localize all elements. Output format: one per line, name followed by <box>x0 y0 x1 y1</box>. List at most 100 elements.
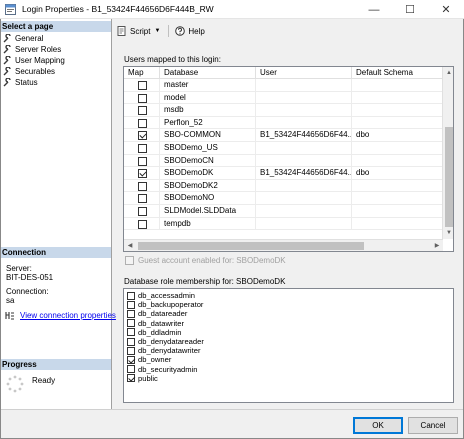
table-row[interactable]: SLDModel.SLDData <box>124 205 443 218</box>
table-row[interactable]: SBODemo_US <box>124 142 443 155</box>
page-item-user-mapping[interactable]: User Mapping <box>3 55 65 65</box>
page-item-status[interactable]: Status <box>3 77 38 87</box>
database-cell[interactable]: SBODemoNO <box>160 192 256 205</box>
map-checkbox[interactable] <box>138 93 147 103</box>
database-cell[interactable]: SLDModel.SLDData <box>160 205 256 218</box>
scroll-thumb[interactable] <box>138 242 364 250</box>
role-item[interactable]: db_owner <box>127 355 171 364</box>
schema-cell[interactable]: dbo <box>352 129 443 142</box>
user-cell[interactable] <box>256 192 352 205</box>
role-item[interactable]: db_datareader <box>127 309 187 318</box>
user-cell[interactable] <box>256 79 352 92</box>
table-row[interactable]: master <box>124 79 443 92</box>
user-cell[interactable] <box>256 142 352 155</box>
map-checkbox[interactable] <box>138 181 147 191</box>
database-cell[interactable]: msdb <box>160 104 256 117</box>
cancel-button[interactable]: Cancel <box>408 417 458 434</box>
help-button[interactable]: Help <box>175 26 205 36</box>
database-cell[interactable]: tempdb <box>160 217 256 231</box>
column-header-database[interactable]: Database <box>160 67 256 79</box>
map-checkbox[interactable] <box>138 207 147 216</box>
user-cell[interactable] <box>256 104 352 117</box>
user-cell[interactable] <box>256 217 352 231</box>
scroll-thumb[interactable] <box>445 127 453 227</box>
view-connection-properties[interactable]: View connection properties <box>5 311 116 320</box>
map-checkbox[interactable] <box>138 169 147 179</box>
schema-cell[interactable] <box>352 217 443 231</box>
database-cell[interactable]: SBODemoDK <box>160 167 256 180</box>
user-cell[interactable]: B1_53424F44656D6F44... <box>256 167 352 180</box>
user-cell[interactable] <box>256 91 352 105</box>
user-cell[interactable]: B1_53424F44656D6F44... <box>256 129 352 142</box>
map-checkbox[interactable] <box>138 81 147 90</box>
database-cell[interactable]: SBODemoCN <box>160 154 256 168</box>
ok-button[interactable]: OK <box>353 417 403 434</box>
schema-cell[interactable] <box>352 154 443 168</box>
map-checkbox[interactable] <box>138 131 147 141</box>
map-checkbox[interactable] <box>138 106 147 116</box>
schema-cell[interactable] <box>352 104 443 117</box>
table-row[interactable]: SBODemoNO <box>124 192 443 205</box>
schema-cell[interactable] <box>352 116 443 130</box>
role-item[interactable]: db_denydatareader <box>127 337 204 346</box>
view-connection-properties-link[interactable]: View connection properties <box>20 311 116 320</box>
role-item[interactable]: db_backupoperator <box>127 300 203 309</box>
table-row[interactable]: tempdb <box>124 217 443 231</box>
user-cell[interactable] <box>256 179 352 193</box>
scroll-left-icon[interactable]: ◀ <box>124 240 136 251</box>
user-cell[interactable] <box>256 154 352 168</box>
schema-cell[interactable] <box>352 91 443 105</box>
role-checkbox[interactable] <box>127 365 135 374</box>
script-button[interactable]: Script ▼ <box>117 26 160 36</box>
page-item-server-roles[interactable]: Server Roles <box>3 44 61 54</box>
close-button[interactable]: ✕ <box>428 0 464 19</box>
schema-cell[interactable] <box>352 142 443 155</box>
scroll-up-icon[interactable]: ▲ <box>443 67 453 79</box>
table-row[interactable]: SBO-COMMON B1_53424F44656D6F44... dbo <box>124 129 443 142</box>
role-membership-list[interactable]: db_accessadmin db_backupoperator db_datare… <box>123 288 454 403</box>
maximize-button[interactable]: ☐ <box>392 0 428 19</box>
column-header-default-schema[interactable]: Default Schema <box>352 67 443 79</box>
role-checkbox[interactable] <box>127 309 135 318</box>
database-cell[interactable]: model <box>160 91 256 105</box>
schema-cell[interactable]: dbo <box>352 167 443 180</box>
page-item-securables[interactable]: Securables <box>3 66 55 76</box>
map-checkbox[interactable] <box>138 144 147 153</box>
role-checkbox[interactable] <box>127 355 135 364</box>
role-item[interactable]: db_datawriter <box>127 319 184 328</box>
map-checkbox[interactable] <box>138 156 147 166</box>
grid-horizontal-scrollbar[interactable]: ◀ ▶ <box>124 239 443 251</box>
schema-cell[interactable] <box>352 205 443 218</box>
role-item[interactable]: db_ddladmin <box>127 328 182 337</box>
column-header-user[interactable]: User <box>256 67 352 79</box>
role-checkbox[interactable] <box>127 337 135 346</box>
database-cell[interactable]: Perflon_52 <box>160 116 256 130</box>
column-header-map[interactable]: Map <box>124 67 160 79</box>
role-item[interactable]: db_securityadmin <box>127 365 198 374</box>
role-checkbox[interactable] <box>127 319 135 328</box>
map-checkbox[interactable] <box>138 219 147 229</box>
schema-cell[interactable] <box>352 79 443 92</box>
user-cell[interactable] <box>256 205 352 218</box>
schema-cell[interactable] <box>352 179 443 193</box>
role-item[interactable]: db_accessadmin <box>127 291 195 300</box>
user-cell[interactable] <box>256 116 352 130</box>
dropdown-arrow-icon[interactable]: ▼ <box>154 28 160 34</box>
table-row[interactable]: model <box>124 91 443 105</box>
role-item[interactable]: db_denydatawriter <box>127 346 200 355</box>
map-checkbox[interactable] <box>138 118 147 128</box>
database-cell[interactable]: SBODemoDK2 <box>160 179 256 193</box>
role-checkbox[interactable] <box>127 346 135 355</box>
schema-cell[interactable] <box>352 192 443 205</box>
role-item[interactable]: public <box>127 374 158 383</box>
database-cell[interactable]: master <box>160 79 256 92</box>
database-cell[interactable]: SBO-COMMON <box>160 129 256 142</box>
scroll-down-icon[interactable]: ▼ <box>443 227 453 239</box>
role-checkbox[interactable] <box>127 291 135 300</box>
role-checkbox[interactable] <box>127 300 135 309</box>
table-row[interactable]: Perflon_52 <box>124 116 443 130</box>
grid-vertical-scrollbar[interactable]: ▲ ▼ <box>442 67 453 239</box>
database-cell[interactable]: SBODemo_US <box>160 142 256 155</box>
user-mapping-grid[interactable]: Map Database User Default Schema master m… <box>123 66 454 252</box>
scroll-right-icon[interactable]: ▶ <box>431 240 443 251</box>
